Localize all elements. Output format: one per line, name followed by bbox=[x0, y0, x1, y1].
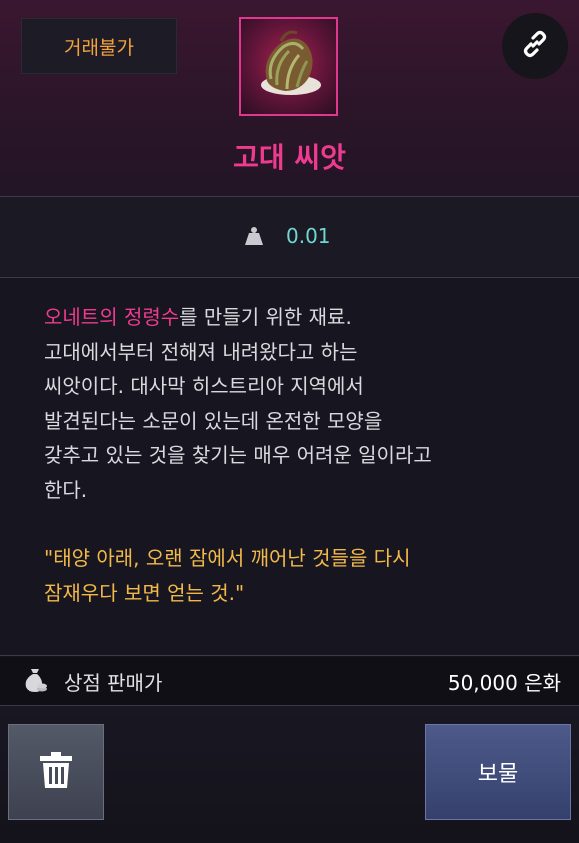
delete-button[interactable] bbox=[8, 724, 104, 820]
weight-value: 0.01 bbox=[286, 224, 331, 248]
weight-icon bbox=[244, 226, 264, 250]
item-header: 거래불가 고대 씨앗 bbox=[0, 0, 579, 197]
link-icon bbox=[520, 29, 550, 63]
description-line: 오네트의 정령수를 만들기 위한 재료. bbox=[44, 305, 352, 329]
description-line: 발견된다는 소문이 있는데 온전한 모양을 bbox=[44, 408, 383, 433]
shop-price-row: 상점 판매가 50,000 은화 bbox=[0, 657, 579, 706]
item-description: 오네트의 정령수를 만들기 위한 재료. 고대에서부터 전해져 내려왔다고 하는… bbox=[0, 278, 579, 656]
item-name: 고대 씨앗 bbox=[233, 141, 346, 174]
price-value: 50,000 은화 bbox=[447, 671, 561, 695]
description-line: 갖추고 있는 것을 찾기는 매우 어려운 일이라고 bbox=[44, 443, 432, 467]
treasure-button[interactable]: 보물 bbox=[425, 724, 571, 820]
quote-line: 잠재우다 보면 얻는 것." bbox=[44, 580, 245, 605]
trash-icon bbox=[38, 751, 74, 793]
quote-line: "태양 아래, 오랜 잠에서 깨어난 것들을 다시 bbox=[44, 546, 411, 570]
description-highlight: 오네트의 정령수 bbox=[44, 305, 180, 329]
money-bag-icon bbox=[22, 667, 48, 697]
untradeable-badge: 거래불가 bbox=[21, 18, 177, 74]
flavor-quote: "태양 아래, 오랜 잠에서 깨어난 것들을 다시 잠재우다 보면 얻는 것." bbox=[44, 541, 539, 610]
seed-item-icon bbox=[239, 17, 338, 116]
price-label: 상점 판매가 bbox=[64, 671, 163, 695]
weight-row: 0.01 bbox=[0, 197, 579, 278]
description-line: 고대에서부터 전해져 내려왔다고 하는 bbox=[44, 339, 358, 364]
link-button[interactable] bbox=[502, 13, 568, 79]
description-line: 한다. bbox=[44, 477, 88, 502]
item-tooltip-panel: 거래불가 고대 씨앗 0.01 오네트의 정령수를 만들기 위한 재료. 고대에… bbox=[0, 0, 579, 706]
description-line: 씨앗이다. 대사막 히스트리아 지역에서 bbox=[44, 374, 364, 398]
